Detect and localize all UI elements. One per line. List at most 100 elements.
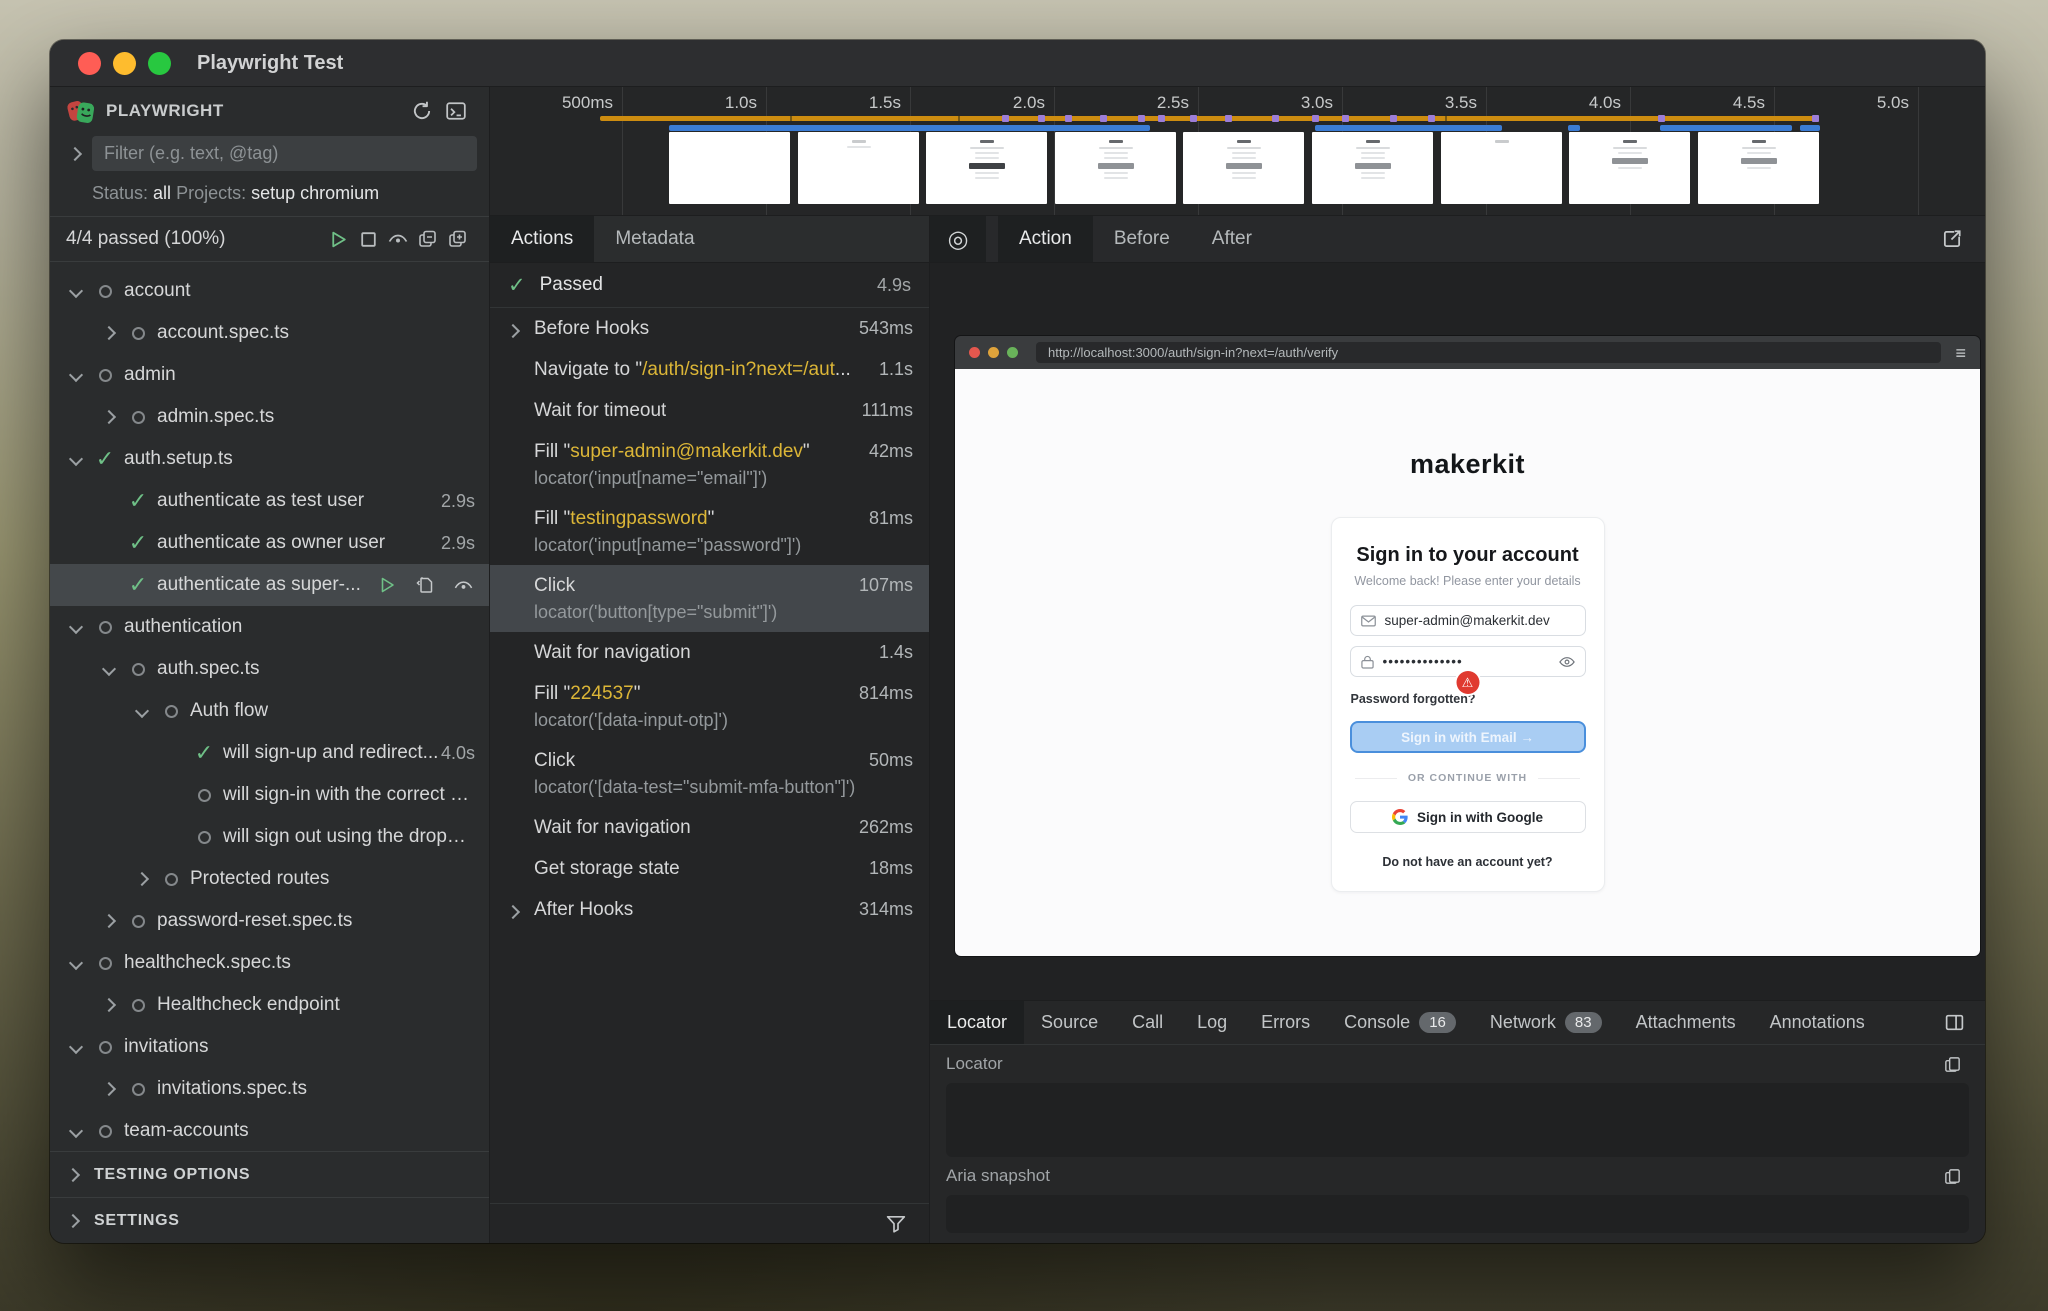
- chevron-right-icon[interactable]: [135, 872, 149, 886]
- filmstrip-frame[interactable]: [669, 132, 790, 204]
- action-row[interactable]: Fill "224537"814mslocator('[data-input-o…: [490, 673, 929, 740]
- open-external-icon[interactable]: [1935, 224, 1969, 254]
- action-row[interactable]: After Hooks314ms: [490, 889, 929, 930]
- terminal-icon[interactable]: [439, 96, 473, 126]
- chevron-right-icon[interactable]: [506, 324, 520, 338]
- action-row[interactable]: Wait for navigation262ms: [490, 807, 929, 848]
- tab-call[interactable]: Call: [1115, 1001, 1180, 1044]
- run-all-icon[interactable]: [323, 224, 353, 254]
- chevron-right-icon[interactable]: [102, 410, 116, 424]
- eye-icon[interactable]: [451, 570, 475, 600]
- tree-row[interactable]: will sign out using the dropdo...: [50, 816, 489, 858]
- filter-input[interactable]: [92, 136, 477, 171]
- tree-row[interactable]: ✓authenticate as owner user2.9s: [50, 522, 489, 564]
- tree-row[interactable]: account: [50, 270, 489, 312]
- action-row[interactable]: Wait for timeout111ms: [490, 390, 929, 431]
- tab-log[interactable]: Log: [1180, 1001, 1244, 1044]
- sidebar-section-settings[interactable]: SETTINGS: [50, 1197, 489, 1243]
- filmstrip-frame[interactable]: [1055, 132, 1176, 204]
- watch-all-eye-icon[interactable]: [383, 224, 413, 254]
- expand-all-icon[interactable]: [443, 224, 473, 254]
- action-row[interactable]: Navigate to "/auth/sign-in?next=/aut...1…: [490, 349, 929, 390]
- tree-row[interactable]: healthcheck.spec.ts: [50, 942, 489, 984]
- tab-locator[interactable]: Locator: [930, 1001, 1024, 1044]
- chevron-right-icon[interactable]: [102, 326, 116, 340]
- chevron-right-icon[interactable]: [102, 1082, 116, 1096]
- chevron-down-icon[interactable]: [69, 452, 83, 466]
- tree-row[interactable]: admin: [50, 354, 489, 396]
- tree-row[interactable]: password-reset.spec.ts: [50, 900, 489, 942]
- tree-row[interactable]: authentication: [50, 606, 489, 648]
- source-icon[interactable]: [413, 570, 437, 600]
- tab-annotations[interactable]: Annotations: [1753, 1001, 1882, 1044]
- toggle-password-eye-icon[interactable]: [1559, 656, 1575, 668]
- filter-status-line[interactable]: Status: all Projects: setup chromium: [50, 175, 489, 216]
- tree-row[interactable]: account.spec.ts: [50, 312, 489, 354]
- filmstrip-frame[interactable]: [1698, 132, 1819, 204]
- tree-row[interactable]: invitations.spec.ts: [50, 1068, 489, 1110]
- tab-console[interactable]: Console16: [1327, 1001, 1473, 1044]
- filmstrip-frame[interactable]: [1569, 132, 1690, 204]
- action-row[interactable]: Fill "testingpassword"81mslocator('input…: [490, 498, 929, 565]
- action-row[interactable]: Click50mslocator('[data-test="submit-mfa…: [490, 740, 929, 807]
- signup-link[interactable]: Do not have an account yet?: [1382, 855, 1552, 869]
- chevron-right-icon[interactable]: [102, 914, 116, 928]
- tree-row[interactable]: admin.spec.ts: [50, 396, 489, 438]
- chevron-down-icon[interactable]: [69, 620, 83, 634]
- action-row[interactable]: Wait for navigation1.4s: [490, 632, 929, 673]
- zoom-window-button[interactable]: [148, 52, 171, 75]
- refresh-icon[interactable]: [405, 96, 439, 126]
- chevron-right-icon[interactable]: [506, 905, 520, 919]
- tree-row[interactable]: auth.spec.ts: [50, 648, 489, 690]
- locator-editor[interactable]: [946, 1083, 1969, 1157]
- chevron-down-icon[interactable]: [69, 956, 83, 970]
- browser-address-bar[interactable]: http://localhost:3000/auth/sign-in?next=…: [1036, 342, 1941, 363]
- pick-locator-target-icon[interactable]: ◎: [930, 216, 986, 262]
- stop-icon[interactable]: [353, 224, 383, 254]
- aria-snapshot-editor[interactable]: [946, 1195, 1969, 1233]
- minimize-window-button[interactable]: [113, 52, 136, 75]
- tab-errors[interactable]: Errors: [1244, 1001, 1327, 1044]
- action-row[interactable]: Before Hooks543ms: [490, 308, 929, 349]
- expand-filter-chevron-icon[interactable]: [68, 146, 82, 160]
- sidebar-section-testing-options[interactable]: TESTING OPTIONS: [50, 1151, 489, 1197]
- tree-row[interactable]: ✓auth.setup.ts: [50, 438, 489, 480]
- action-row[interactable]: Click107mslocator('button[type="submit"]…: [490, 565, 929, 632]
- tree-row[interactable]: team-accounts: [50, 1110, 489, 1151]
- tree-row[interactable]: Healthcheck endpoint: [50, 984, 489, 1026]
- filter-funnel-icon[interactable]: [879, 1209, 913, 1239]
- tab-action[interactable]: Action: [998, 216, 1093, 262]
- chevron-down-icon[interactable]: [69, 1124, 83, 1138]
- tree-row[interactable]: ✓authenticate as test user2.9s: [50, 480, 489, 522]
- chevron-down-icon[interactable]: [135, 704, 149, 718]
- tree-row[interactable]: invitations: [50, 1026, 489, 1068]
- tab-actions[interactable]: Actions: [490, 216, 594, 262]
- tab-before[interactable]: Before: [1093, 216, 1191, 262]
- tree-row[interactable]: will sign-in with the correct cr...: [50, 774, 489, 816]
- trace-timeline[interactable]: 500ms1.0s1.5s2.0s2.5s3.0s3.5s4.0s4.5s5.0…: [490, 87, 1985, 216]
- filmstrip-frame[interactable]: [1183, 132, 1304, 204]
- email-field[interactable]: super-admin@makerkit.dev: [1350, 605, 1586, 636]
- filmstrip-frame[interactable]: [798, 132, 919, 204]
- action-row[interactable]: Fill "super-admin@makerkit.dev"42mslocat…: [490, 431, 929, 498]
- tree-row[interactable]: Protected routes: [50, 858, 489, 900]
- tab-metadata[interactable]: Metadata: [594, 216, 715, 262]
- sign-in-email-button[interactable]: Sign in with Email →: [1350, 721, 1586, 753]
- tree-row[interactable]: ✓authenticate as super-...: [50, 564, 489, 606]
- tab-network[interactable]: Network83: [1473, 1001, 1619, 1044]
- tree-row[interactable]: Auth flow: [50, 690, 489, 732]
- sign-in-google-button[interactable]: Sign in with Google: [1350, 801, 1586, 833]
- play-icon[interactable]: [375, 570, 399, 600]
- password-forgotten-link[interactable]: Password forgotten?: [1351, 692, 1476, 706]
- copy-icon[interactable]: [1935, 1049, 1969, 1079]
- chevron-down-icon[interactable]: [69, 368, 83, 382]
- collapse-all-icon[interactable]: [413, 224, 443, 254]
- filmstrip-frame[interactable]: [926, 132, 1047, 204]
- chevron-down-icon[interactable]: [69, 284, 83, 298]
- filmstrip-frame[interactable]: [1312, 132, 1433, 204]
- chevron-down-icon[interactable]: [69, 1040, 83, 1054]
- chevron-right-icon[interactable]: [102, 998, 116, 1012]
- tab-attachments[interactable]: Attachments: [1619, 1001, 1753, 1044]
- split-view-icon[interactable]: [1937, 1008, 1971, 1038]
- tree-row[interactable]: ✓will sign-up and redirect...4.0s: [50, 732, 489, 774]
